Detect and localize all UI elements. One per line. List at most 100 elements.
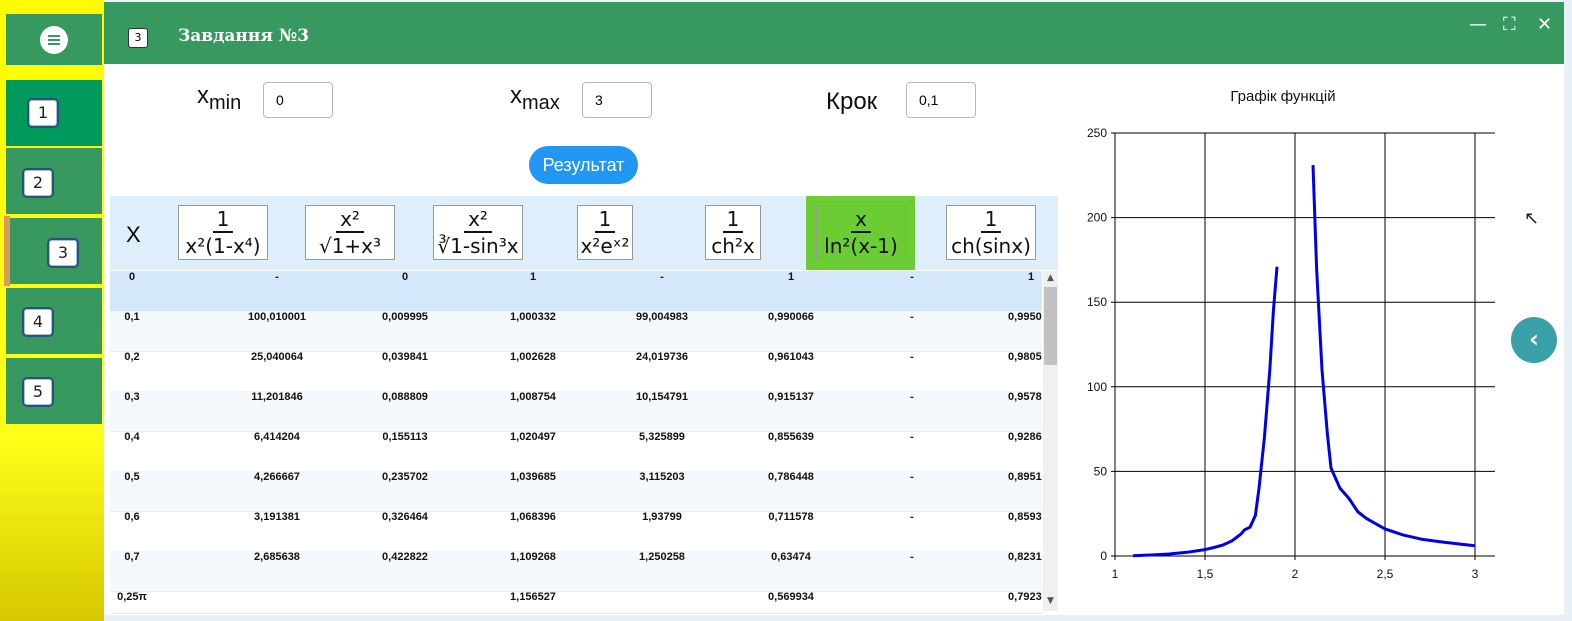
y-tick-label: 50: [1094, 464, 1108, 478]
table-cell: 0,961043: [768, 351, 814, 363]
formula-denominator: x²eˣ²: [580, 233, 630, 258]
table-row[interactable]: 0,5 4,266667 0,235702 1,039685 3,115203 0,786…: [110, 471, 1042, 512]
table-cell: 11,201846: [251, 391, 303, 403]
sidebar-item-2[interactable]: [6, 148, 102, 214]
table-cell: -: [910, 511, 914, 523]
table-row[interactable]: 0,1 100,010001 0,009995 1,000332 99,004983 0,…: [110, 311, 1042, 352]
table-cell: 0,990066: [768, 311, 814, 323]
formula-header-5[interactable]: 1 ch²x: [705, 205, 761, 260]
table-cell: 0,792378: [1008, 591, 1042, 603]
table-cell: 0,155113: [382, 431, 428, 443]
x-value-cell: 0,4: [124, 431, 140, 443]
table-row[interactable]: 0,6 3,191381 0,326464 1,068396 1,93799 0,7115…: [110, 511, 1042, 552]
x-value-cell: 0,7: [124, 551, 140, 563]
collapse-panel-button[interactable]: ‹: [1511, 317, 1557, 363]
step-label: Крок: [826, 88, 878, 115]
x-value-cell: 0,3: [124, 391, 140, 403]
table-cell: 0,009995: [382, 311, 428, 323]
table-cell: 24,019736: [636, 351, 688, 363]
x-value-cell: 0: [128, 271, 136, 283]
table-row[interactable]: 0,2 25,040064 0,039841 1,002628 24,019736 0,9…: [110, 351, 1042, 392]
x-value-cell: 0,2: [124, 351, 140, 363]
table-cell: -: [910, 351, 914, 363]
formula-header-7[interactable]: 1 ch(sinx): [946, 205, 1036, 260]
table-cell: -: [910, 311, 914, 323]
table-row[interactable]: 0,3 11,201846 0,088809 1,008754 10,154791 0,9…: [110, 391, 1042, 432]
table-cell: 25,040064: [251, 351, 303, 363]
table-cell: [607, 591, 717, 613]
table-cell: 1,93799: [642, 511, 682, 523]
table-row[interactable]: 0 - 0 1 - 1 - 1: [110, 271, 1042, 312]
result-button[interactable]: Результат: [529, 146, 638, 184]
table-row[interactable]: 0,7 2,685638 0,422822 1,109268 1,250258 0,634…: [110, 551, 1042, 592]
table-cell: -: [275, 271, 279, 283]
table-cell: 0,711578: [768, 511, 814, 523]
formula-header-2[interactable]: x² √1+x³: [305, 205, 395, 260]
scrollbar-thumb[interactable]: [1044, 287, 1057, 365]
active-item-marker: [4, 216, 10, 286]
table-cell: -: [910, 551, 914, 563]
x-tick-label: 3: [1472, 567, 1479, 581]
scroll-down-icon[interactable]: ▼: [1043, 596, 1058, 606]
table-cell: 5,325899: [639, 431, 685, 443]
table-cell: 2,685638: [254, 551, 300, 563]
table-row[interactable]: 0,4 6,414204 0,155113 1,020497 5,325899 0,855…: [110, 431, 1042, 472]
table-cell: 0,039841: [382, 351, 428, 363]
close-icon[interactable]: ✕: [1537, 14, 1552, 35]
xmin-input[interactable]: [263, 82, 333, 118]
table-cell: 0,422822: [382, 551, 428, 563]
sidebar-item-1-label[interactable]: 1: [27, 98, 59, 128]
chart-title: Графік функцій: [1230, 88, 1335, 105]
table-cell: -: [910, 271, 914, 283]
step-input[interactable]: [906, 82, 976, 118]
table-cell: 1: [529, 271, 537, 283]
table-cell: 0,895141: [1008, 471, 1042, 483]
x-value-cell: 0,25π: [117, 591, 147, 603]
x-value-cell: 0,5: [124, 471, 140, 483]
x-value-cell: 0,1: [124, 311, 140, 323]
sidebar-item-3-label[interactable]: 3: [47, 238, 79, 268]
table-cell: 6,414204: [254, 431, 300, 443]
sidebar-item-5[interactable]: [6, 358, 102, 424]
formula-numerator: x²: [336, 207, 364, 233]
sidebar-item-2-label[interactable]: 2: [22, 168, 54, 198]
sidebar-item-4[interactable]: [6, 288, 102, 354]
sidebar-item-4-label[interactable]: 4: [22, 307, 54, 337]
formula-numerator: 1: [212, 207, 234, 233]
formula-header-4[interactable]: 1 x²eˣ²: [577, 205, 633, 260]
table-cell: 99,004983: [636, 311, 688, 323]
minimize-icon[interactable]: —: [1469, 14, 1487, 35]
xmin-label: xmin: [197, 82, 242, 114]
title-badge: 3: [128, 28, 148, 48]
formula-header-3[interactable]: x² ∛1-sin³x: [433, 205, 523, 260]
window-title: Завдання №3: [178, 26, 310, 46]
table-cell: 0,928689: [1008, 431, 1042, 443]
x-column-header: X: [126, 222, 141, 247]
formula-header-1[interactable]: 1 x²(1-x⁴): [178, 205, 268, 260]
x-tick-label: 1,5: [1197, 567, 1214, 581]
function-chart: Графік функцій 1 1,5 2 2,5 3 0 50 100 150 200 250: [1070, 80, 1510, 590]
formula-denominator: √1+x³: [318, 233, 382, 258]
sidebar-item-5-label[interactable]: 5: [22, 377, 54, 407]
maximize-icon[interactable]: ⛶: [1503, 14, 1516, 35]
formula-numerator: 1: [594, 207, 616, 233]
table-cell: -: [910, 471, 914, 483]
formula-denominator: ln²(x-1): [824, 233, 898, 258]
chart-svg: Графік функцій 1 1,5 2 2,5 3 0 50 100 150 200 250: [1087, 88, 1495, 581]
table-cell: 1,156527: [510, 591, 556, 603]
xmax-label: xmax: [510, 82, 560, 114]
formula-denominator: ch²x: [711, 233, 755, 258]
table-cell: 3,191381: [254, 511, 300, 523]
hamburger-menu-icon[interactable]: [40, 26, 68, 54]
table-cell: 0,915137: [768, 391, 814, 403]
table-row[interactable]: 0,25π 1,156527 0,569934 0,792378: [110, 591, 1042, 614]
table-scrollbar[interactable]: ▲ ▼: [1043, 271, 1058, 611]
mouse-cursor-icon: ↖: [1524, 208, 1540, 229]
xmax-input[interactable]: [582, 82, 652, 118]
table-cell: 0,235702: [382, 471, 428, 483]
table-cell: 0,786448: [768, 471, 814, 483]
formula-header-6[interactable]: x ln²(x-1): [816, 205, 906, 260]
x-tick-label: 2: [1292, 567, 1299, 581]
scroll-up-icon[interactable]: ▲: [1043, 273, 1058, 283]
x-tick-label: 1: [1112, 567, 1119, 581]
